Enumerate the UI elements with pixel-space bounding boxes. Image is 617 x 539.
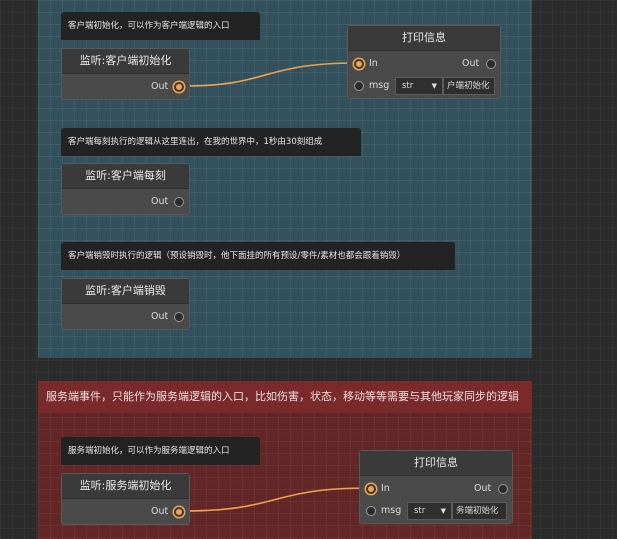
out-port-label: Out [151, 196, 169, 207]
out-port-label: Out [151, 81, 169, 92]
type-select-value: str [402, 81, 414, 91]
out-pin[interactable] [174, 82, 184, 92]
out-port-label: Out [474, 483, 492, 494]
type-select-value: str [414, 506, 426, 516]
node-title: 打印信息 [348, 26, 500, 51]
node-listen-server-init[interactable]: 监听:服务端初始化 Out [61, 473, 190, 525]
server-region-header: 服务端事件，只能作为服务端逻辑的入口，比如伤害，状态，移动等等需要与其他玩家同步… [38, 381, 532, 413]
node-title: 监听:客户端每刻 [62, 164, 189, 189]
chevron-down-icon: ▼ [431, 82, 437, 90]
comment-client-tick: 客户端每刻执行的逻辑从这里连出，在我的世界中，1秒由30刻组成 [61, 128, 361, 156]
msg-port-label: msg [381, 505, 402, 516]
node-title: 监听:服务端初始化 [62, 474, 189, 499]
out-pin[interactable] [174, 197, 184, 207]
out-pin[interactable] [174, 507, 184, 517]
node-print-info-client[interactable]: 打印信息 In Out msg str ▼ 户端初始化 [347, 25, 501, 99]
in-pin[interactable] [366, 484, 376, 494]
out-port-label: Out [151, 506, 169, 517]
in-pin[interactable] [354, 59, 364, 69]
node-listen-client-init[interactable]: 监听:客户端初始化 Out [61, 48, 190, 100]
out-pin[interactable] [486, 59, 496, 69]
node-print-info-server[interactable]: 打印信息 In Out msg str ▼ 务端初始化 [359, 450, 513, 524]
out-pin[interactable] [498, 484, 508, 494]
out-pin[interactable] [174, 312, 184, 322]
out-port-label: Out [462, 58, 480, 69]
msg-value-input[interactable]: 务端初始化 [452, 502, 507, 520]
msg-value-input[interactable]: 户端初始化 [443, 77, 495, 95]
in-port-label: In [381, 483, 390, 494]
msg-pin[interactable] [354, 81, 364, 91]
node-listen-client-destroy[interactable]: 监听:客户端销毁 Out [61, 278, 190, 330]
node-title: 监听:客户端销毁 [62, 279, 189, 304]
node-title: 打印信息 [360, 451, 512, 476]
type-select[interactable]: str ▼ [407, 502, 452, 520]
in-port-label: In [369, 58, 378, 69]
msg-pin[interactable] [366, 506, 376, 516]
type-select[interactable]: str ▼ [395, 77, 443, 95]
node-title: 监听:客户端初始化 [62, 49, 189, 74]
comment-client-init: 客户端初始化，可以作为客户端逻辑的入口 [61, 12, 260, 40]
out-port-label: Out [151, 311, 169, 322]
msg-port-label: msg [369, 80, 390, 91]
node-listen-client-tick[interactable]: 监听:客户端每刻 Out [61, 163, 190, 215]
chevron-down-icon: ▼ [440, 507, 446, 515]
comment-server-init: 服务端初始化，可以作为服务端逻辑的入口 [61, 437, 260, 465]
comment-client-destroy: 客户端销毁时执行的逻辑（预设销毁时，他下面挂的所有预设/零件/素材也都会跟着销毁… [61, 242, 455, 270]
